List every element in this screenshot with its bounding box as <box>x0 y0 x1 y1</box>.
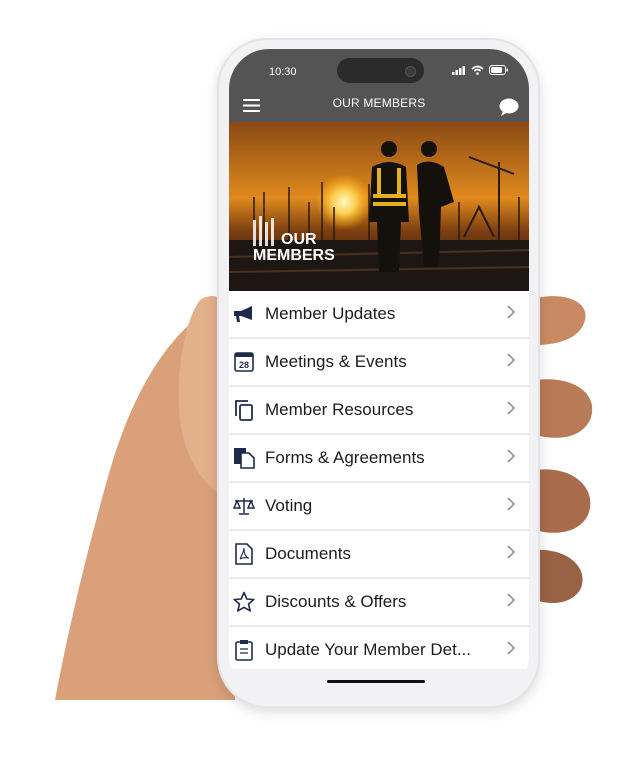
menu-item-label: Voting <box>265 496 313 515</box>
chevron-right-icon <box>507 593 515 607</box>
status-icons <box>452 65 509 75</box>
menu-item-member-resources[interactable]: Member Resources <box>229 387 529 435</box>
logo-text-line2: MEMBERS <box>253 247 335 264</box>
chevron-right-icon <box>507 305 515 319</box>
forms-icon <box>234 448 255 469</box>
menu-item-label: Member Updates <box>265 304 396 323</box>
battery-icon <box>489 65 508 75</box>
hero-image <box>229 122 529 291</box>
bottom-bar <box>229 669 529 696</box>
chevron-right-icon <box>507 497 515 511</box>
phone-frame: 10:30 OUR MEMBERS OUR MEMBERS Member Upd… <box>219 40 538 706</box>
menu-item-label: Forms & Agreements <box>265 448 425 467</box>
logo-text-line1: OUR <box>281 231 317 248</box>
menu-item-voting[interactable]: Voting <box>229 483 529 531</box>
logo-mark-icon <box>253 216 274 246</box>
menu-item-label: Documents <box>265 544 351 563</box>
chat-bubble-icon[interactable] <box>499 98 519 116</box>
chevron-right-icon <box>507 449 515 463</box>
status-time: 10:30 <box>269 66 297 78</box>
menu-item-discounts-offers[interactable]: Discounts & Offers <box>229 579 529 627</box>
menu-item-forms-agreements[interactable]: Forms & Agreements <box>229 435 529 483</box>
chevron-right-icon <box>507 641 515 655</box>
chevron-right-icon <box>507 545 515 559</box>
wifi-icon <box>471 65 484 75</box>
menu-item-label: Update Your Member Det... <box>265 640 472 659</box>
calendar-day: 28 <box>239 360 249 370</box>
menu-item-documents[interactable]: Documents <box>229 531 529 579</box>
top-bar: 10:30 OUR MEMBERS <box>229 49 529 122</box>
star-icon <box>233 591 255 612</box>
menu-item-label: Discounts & Offers <box>265 592 407 611</box>
menu-item-label: Member Resources <box>265 400 414 419</box>
phone-screen: 10:30 OUR MEMBERS OUR MEMBERS Member Upd… <box>229 49 529 696</box>
camera-icon <box>405 66 416 77</box>
pdf-icon <box>235 543 253 565</box>
copy-icon <box>235 400 253 421</box>
calendar-icon: 28 <box>234 352 254 372</box>
menu-item-member-updates[interactable]: Member Updates <box>229 291 529 339</box>
home-indicator[interactable] <box>327 680 425 683</box>
clipboard-icon <box>235 640 253 661</box>
signal-icon <box>452 65 465 75</box>
chevron-right-icon <box>507 401 515 415</box>
dynamic-island <box>337 58 424 83</box>
our-members-logo: OUR MEMBERS <box>253 216 335 264</box>
page-title: OUR MEMBERS <box>332 96 426 110</box>
menu-item-update-member-details[interactable]: Update Your Member Det... <box>229 627 529 673</box>
menu-item-meetings-events[interactable]: 28 Meetings & Events <box>229 339 529 387</box>
menu-item-label: Meetings & Events <box>265 352 407 371</box>
megaphone-icon <box>234 306 252 322</box>
hero-banner: OUR MEMBERS <box>229 122 529 291</box>
chevron-right-icon <box>507 353 515 367</box>
scales-icon <box>233 498 255 515</box>
menu-list: Member Updates 28 Meetings & Events Memb… <box>229 291 529 673</box>
